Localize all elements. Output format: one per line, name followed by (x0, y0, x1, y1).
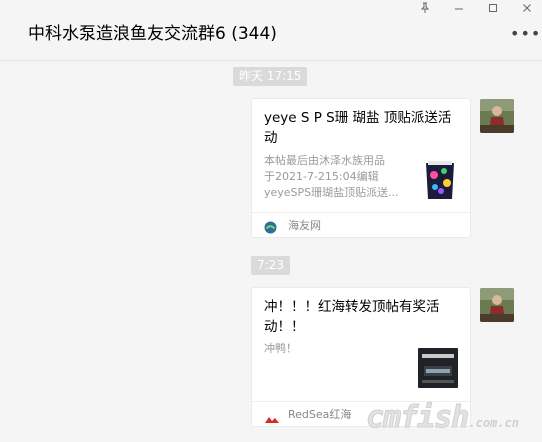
haiyou-logo-icon (264, 219, 277, 238)
card-desc-line: 本帖最后由沐泽水族用品 (264, 154, 385, 167)
card-source: 海友网 (288, 219, 321, 232)
card-desc-line: 于2021-7-215:04编辑 (264, 170, 379, 183)
minimize-icon[interactable] (452, 2, 466, 14)
chat-title: 中科水泵造浪鱼友交流群6 (344) (28, 24, 277, 44)
more-icon[interactable]: ••• (510, 26, 540, 42)
card-thumbnail (422, 157, 458, 201)
site-watermark: cmfish.com.cn (365, 400, 519, 436)
timestamp: 7:23 (251, 256, 290, 275)
card-footer: 海友网 (252, 212, 470, 237)
timestamp: 昨天 17:15 (233, 67, 308, 86)
card-source: RedSea红海 (288, 408, 352, 421)
card-desc-line: 冲鸭！ (264, 342, 297, 355)
avatar[interactable] (480, 288, 514, 322)
redsea-logo-icon (264, 410, 280, 429)
chat-header: 中科水泵造浪鱼友交流群6 (344) ••• (0, 0, 542, 61)
maximize-icon[interactable] (486, 2, 500, 14)
pin-icon[interactable] (418, 2, 432, 14)
card-title: 冲！！！红海转发顶帖有奖活动！！ (264, 299, 440, 335)
card-desc-line: yeyeSPS珊瑚盐顶贴派送... (264, 186, 399, 199)
link-card[interactable]: yeye S P S珊 瑚盐 顶贴派送活动 本帖最后由沐泽水族用品 于2021-… (251, 98, 471, 238)
watermark-text: cmfish (365, 400, 469, 436)
avatar[interactable] (480, 99, 514, 133)
card-title: yeye S P S珊 瑚盐 顶贴派送活动 (264, 110, 452, 146)
card-thumbnail (418, 348, 458, 388)
watermark-suffix: .com.cn (468, 416, 519, 430)
close-icon[interactable] (520, 2, 534, 14)
